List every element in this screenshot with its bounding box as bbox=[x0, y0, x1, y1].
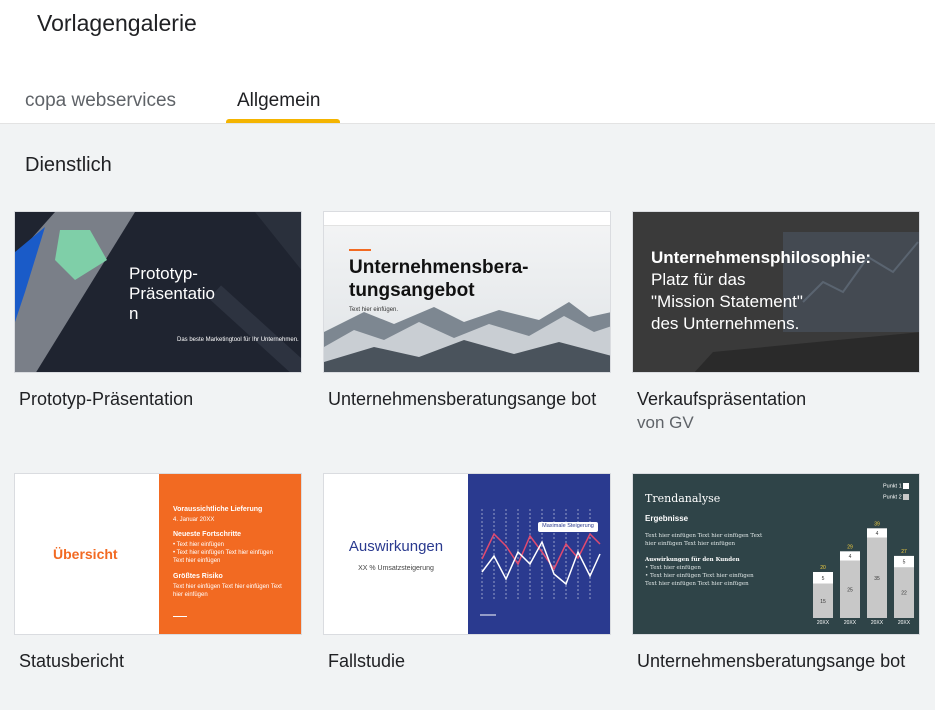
data-label: 5 bbox=[903, 560, 906, 566]
thumb-title: Unternehmensbera- tungsangebot bbox=[349, 257, 529, 301]
template-name: Statusbericht bbox=[19, 651, 125, 671]
template-thumbnail[interactable]: Auswirkungen XX % Umsatzsteigerung Maxim… bbox=[323, 473, 611, 635]
data-label: 15 bbox=[820, 599, 826, 605]
line-chart-graphic bbox=[480, 509, 601, 616]
thumb-subtitle: Das beste Marketingtool für Ihr Unterneh… bbox=[177, 337, 299, 343]
total-label: 29 bbox=[847, 544, 853, 550]
total-label: 39 bbox=[874, 521, 880, 527]
section-title: Dienstlich bbox=[25, 154, 112, 176]
template-thumbnail[interactable]: Übersicht Voraussichtliche Lieferung 4. … bbox=[14, 473, 302, 635]
page-title: Vorlagengalerie bbox=[37, 10, 197, 36]
thumb-title: Unternehmensphilosophie: Platz für das "… bbox=[651, 248, 872, 333]
chart-callout: Maximale Steigerung bbox=[542, 523, 594, 529]
thumb-subtitle: Text hier einfügen. bbox=[349, 307, 399, 313]
total-label: 27 bbox=[901, 549, 907, 555]
template-name: Unternehmensberatungsange bot bbox=[637, 651, 906, 671]
template-thumbnail[interactable]: Unternehmensphilosophie: Platz für das "… bbox=[632, 211, 920, 373]
template-name: Unternehmensberatungsange bot bbox=[328, 389, 597, 409]
header-bar: Vorlagengalerie copa webservices Allgeme… bbox=[0, 0, 935, 124]
template-author: von GV bbox=[637, 413, 694, 432]
data-label: 4 bbox=[876, 531, 879, 537]
total-label: 20 bbox=[820, 565, 826, 571]
template-thumbnail[interactable]: Unternehmensbera- tungsangebot Text hier… bbox=[323, 211, 611, 373]
template-name: Prototyp-Präsentation bbox=[19, 389, 194, 409]
template-thumbnail[interactable]: Prototyp- Präsentatio n Das beste Market… bbox=[14, 211, 302, 373]
thumb-subtitle: XX % Umsatzsteigerung bbox=[358, 565, 434, 572]
x-tick-label: 20XX bbox=[871, 620, 884, 626]
data-label: 4 bbox=[849, 554, 852, 560]
x-tick-label: 20XX bbox=[898, 620, 911, 626]
template-name: Verkaufspräsentation bbox=[637, 389, 807, 409]
x-tick-label: 20XX bbox=[817, 620, 830, 626]
active-tab-indicator bbox=[226, 119, 340, 123]
data-label: 22 bbox=[901, 591, 907, 597]
data-label: 25 bbox=[847, 587, 853, 593]
template-name: Fallstudie bbox=[328, 651, 406, 671]
thumb-title: Prototyp- Präsentatio n bbox=[129, 264, 215, 323]
bar-chart: 15 5 20 20XX 25 4 29 20XX 35 4 39 20XX 22 5 27 20XX bbox=[813, 521, 914, 626]
data-label: 35 bbox=[874, 576, 880, 582]
thumb-heading: Übersicht bbox=[53, 546, 118, 562]
data-label: 5 bbox=[822, 576, 825, 582]
thumb-heading: Auswirkungen bbox=[348, 538, 444, 555]
template-thumbnail[interactable]: Trendanalyse Ergebnisse Text hier einfüg… bbox=[632, 473, 920, 635]
thumb-topbar bbox=[324, 212, 610, 226]
x-tick-label: 20XX bbox=[844, 620, 857, 626]
tab-copa-webservices[interactable]: copa webservices bbox=[25, 90, 176, 124]
